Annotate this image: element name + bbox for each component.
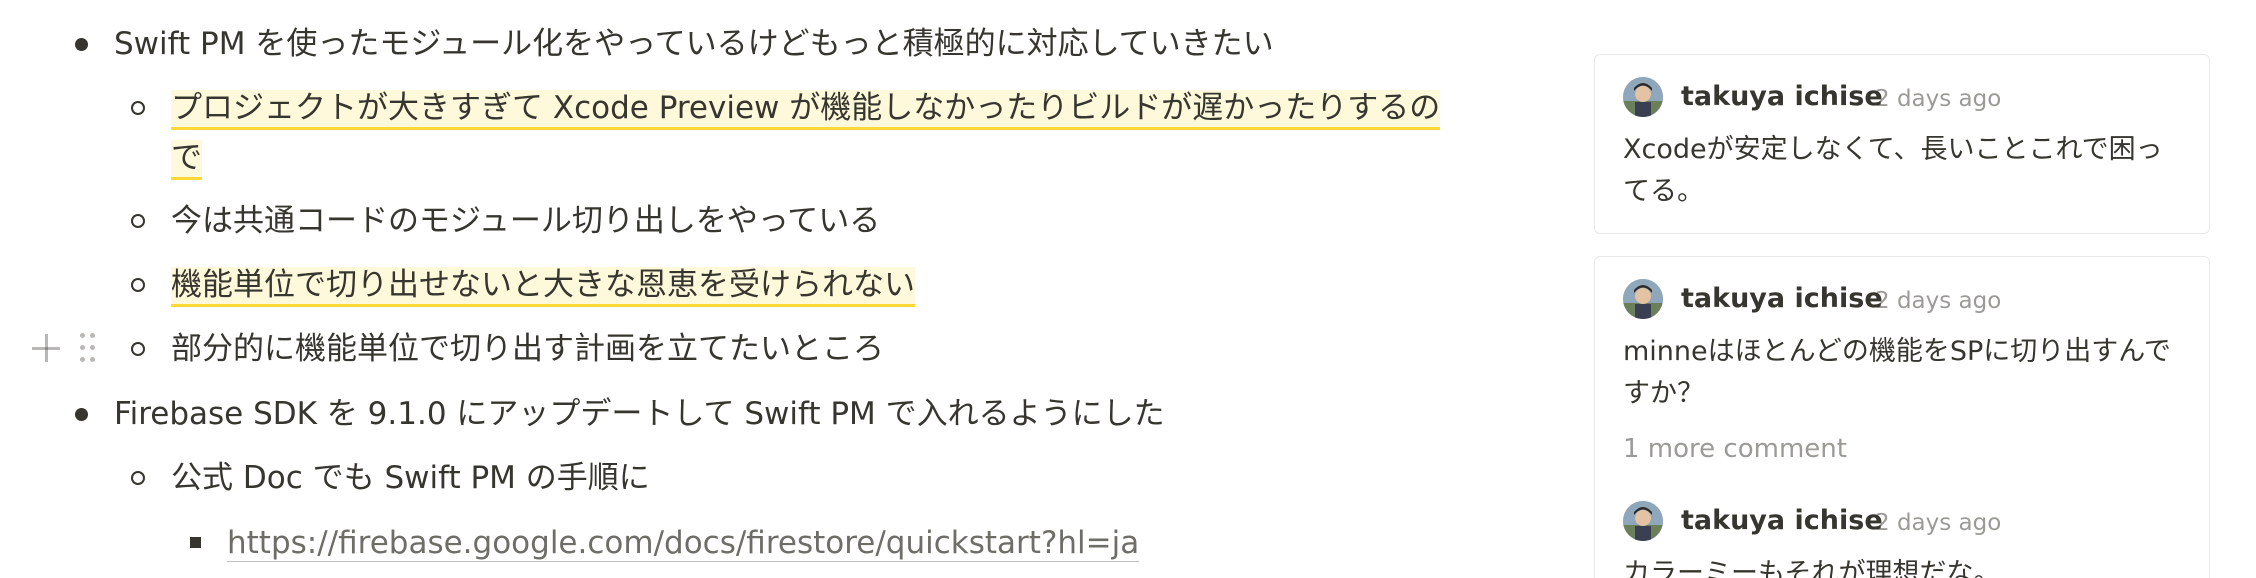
- bullet-circle-icon: [131, 471, 145, 485]
- comment-thread[interactable]: takuya ichise 2 days ago minneはほとんどの機能をS…: [1594, 256, 2210, 578]
- comment-thread[interactable]: takuya ichise 2 days ago Xcodeが安定しなくて、長い…: [1594, 54, 2210, 234]
- bullet-item[interactable]: 部分的に機能単位で切り出す計画を立てたいところ: [171, 323, 884, 375]
- comment-body: minneはほとんどの機能をSPに切り出すんですか？: [1623, 336, 2171, 409]
- comment-author[interactable]: takuya ichise: [1681, 281, 1883, 317]
- bullet-circle-icon: [131, 278, 145, 292]
- bullet-text: 今は共通コードのモジュール切り出しをやっている: [171, 203, 881, 239]
- page: Swift PM を使ったモジュール化をやっているけどもっと積極的に対応していき…: [0, 0, 2256, 578]
- bullet-text: 公式 Doc でも Swift PM の手順に: [171, 460, 650, 496]
- bullet-text: 部分的に機能単位で切り出す計画を立てたいところ: [171, 331, 884, 367]
- more-comments-link[interactable]: 1 more comment: [1623, 431, 1847, 467]
- comment-author[interactable]: takuya ichise: [1681, 79, 1883, 115]
- bullet-item[interactable]: 今は共通コードのモジュール切り出しをやっている: [171, 195, 880, 247]
- bullet-item[interactable]: 公式 Doc でも Swift PM の手順に: [171, 452, 650, 504]
- bullet-item[interactable]: Swift PM を使ったモジュール化をやっているけどもっと積極的に対応していき…: [114, 18, 1274, 70]
- highlighted-text: プロジェクトが大きすぎて Xcode Preview が機能しなかったりビルドが…: [171, 90, 1441, 130]
- bullet-circle-icon: [131, 214, 145, 228]
- comment-time: 2 days ago: [1875, 510, 2002, 536]
- bullet-circle-icon: [131, 342, 145, 356]
- comment-time: 2 days ago: [1875, 86, 2002, 112]
- bullet-item[interactable]: プロジェクトが大きすぎて Xcode Preview が機能しなかったりビルドが…: [171, 82, 1441, 134]
- bullet-item-continuation[interactable]: で: [171, 132, 202, 184]
- plus-icon[interactable]: [32, 334, 60, 362]
- bullet-text: Swift PM を使ったモジュール化をやっているけどもっと積極的に対応していき…: [114, 26, 1274, 62]
- avatar[interactable]: [1623, 77, 1663, 117]
- bullet-item: https://firebase.google.com/docs/firesto…: [227, 517, 1140, 569]
- bullet-item[interactable]: Firebase SDK を 9.1.0 にアップデートして Swift PM …: [114, 388, 1165, 440]
- highlighted-text: 機能単位で切り出せないと大きな恩恵を受けられない: [171, 267, 915, 307]
- bullet-disc-icon: [75, 38, 88, 51]
- avatar-image: [1623, 501, 1663, 541]
- highlighted-text: で: [171, 140, 202, 180]
- comment-body: Xcodeが安定しなくて、長いことこれで困ってる。: [1623, 134, 2163, 207]
- avatar[interactable]: [1623, 279, 1663, 319]
- comment-body: カラーミーもそれが理想だな。: [1623, 558, 2001, 578]
- bullet-square-icon: [190, 537, 201, 548]
- drag-handle-icon[interactable]: [80, 333, 96, 363]
- comment-time: 2 days ago: [1875, 288, 2002, 314]
- bullet-item[interactable]: 機能単位で切り出せないと大きな恩恵を受けられない: [171, 259, 915, 311]
- avatar-image: [1623, 279, 1663, 319]
- comment-author[interactable]: takuya ichise: [1681, 503, 1883, 539]
- bullet-text: Firebase SDK を 9.1.0 にアップデートして Swift PM …: [114, 396, 1165, 432]
- firebase-docs-link[interactable]: https://firebase.google.com/docs/firesto…: [227, 525, 1140, 562]
- bullet-circle-icon: [131, 101, 145, 115]
- avatar-image: [1623, 77, 1663, 117]
- bullet-disc-icon: [75, 408, 88, 421]
- avatar[interactable]: [1623, 501, 1663, 541]
